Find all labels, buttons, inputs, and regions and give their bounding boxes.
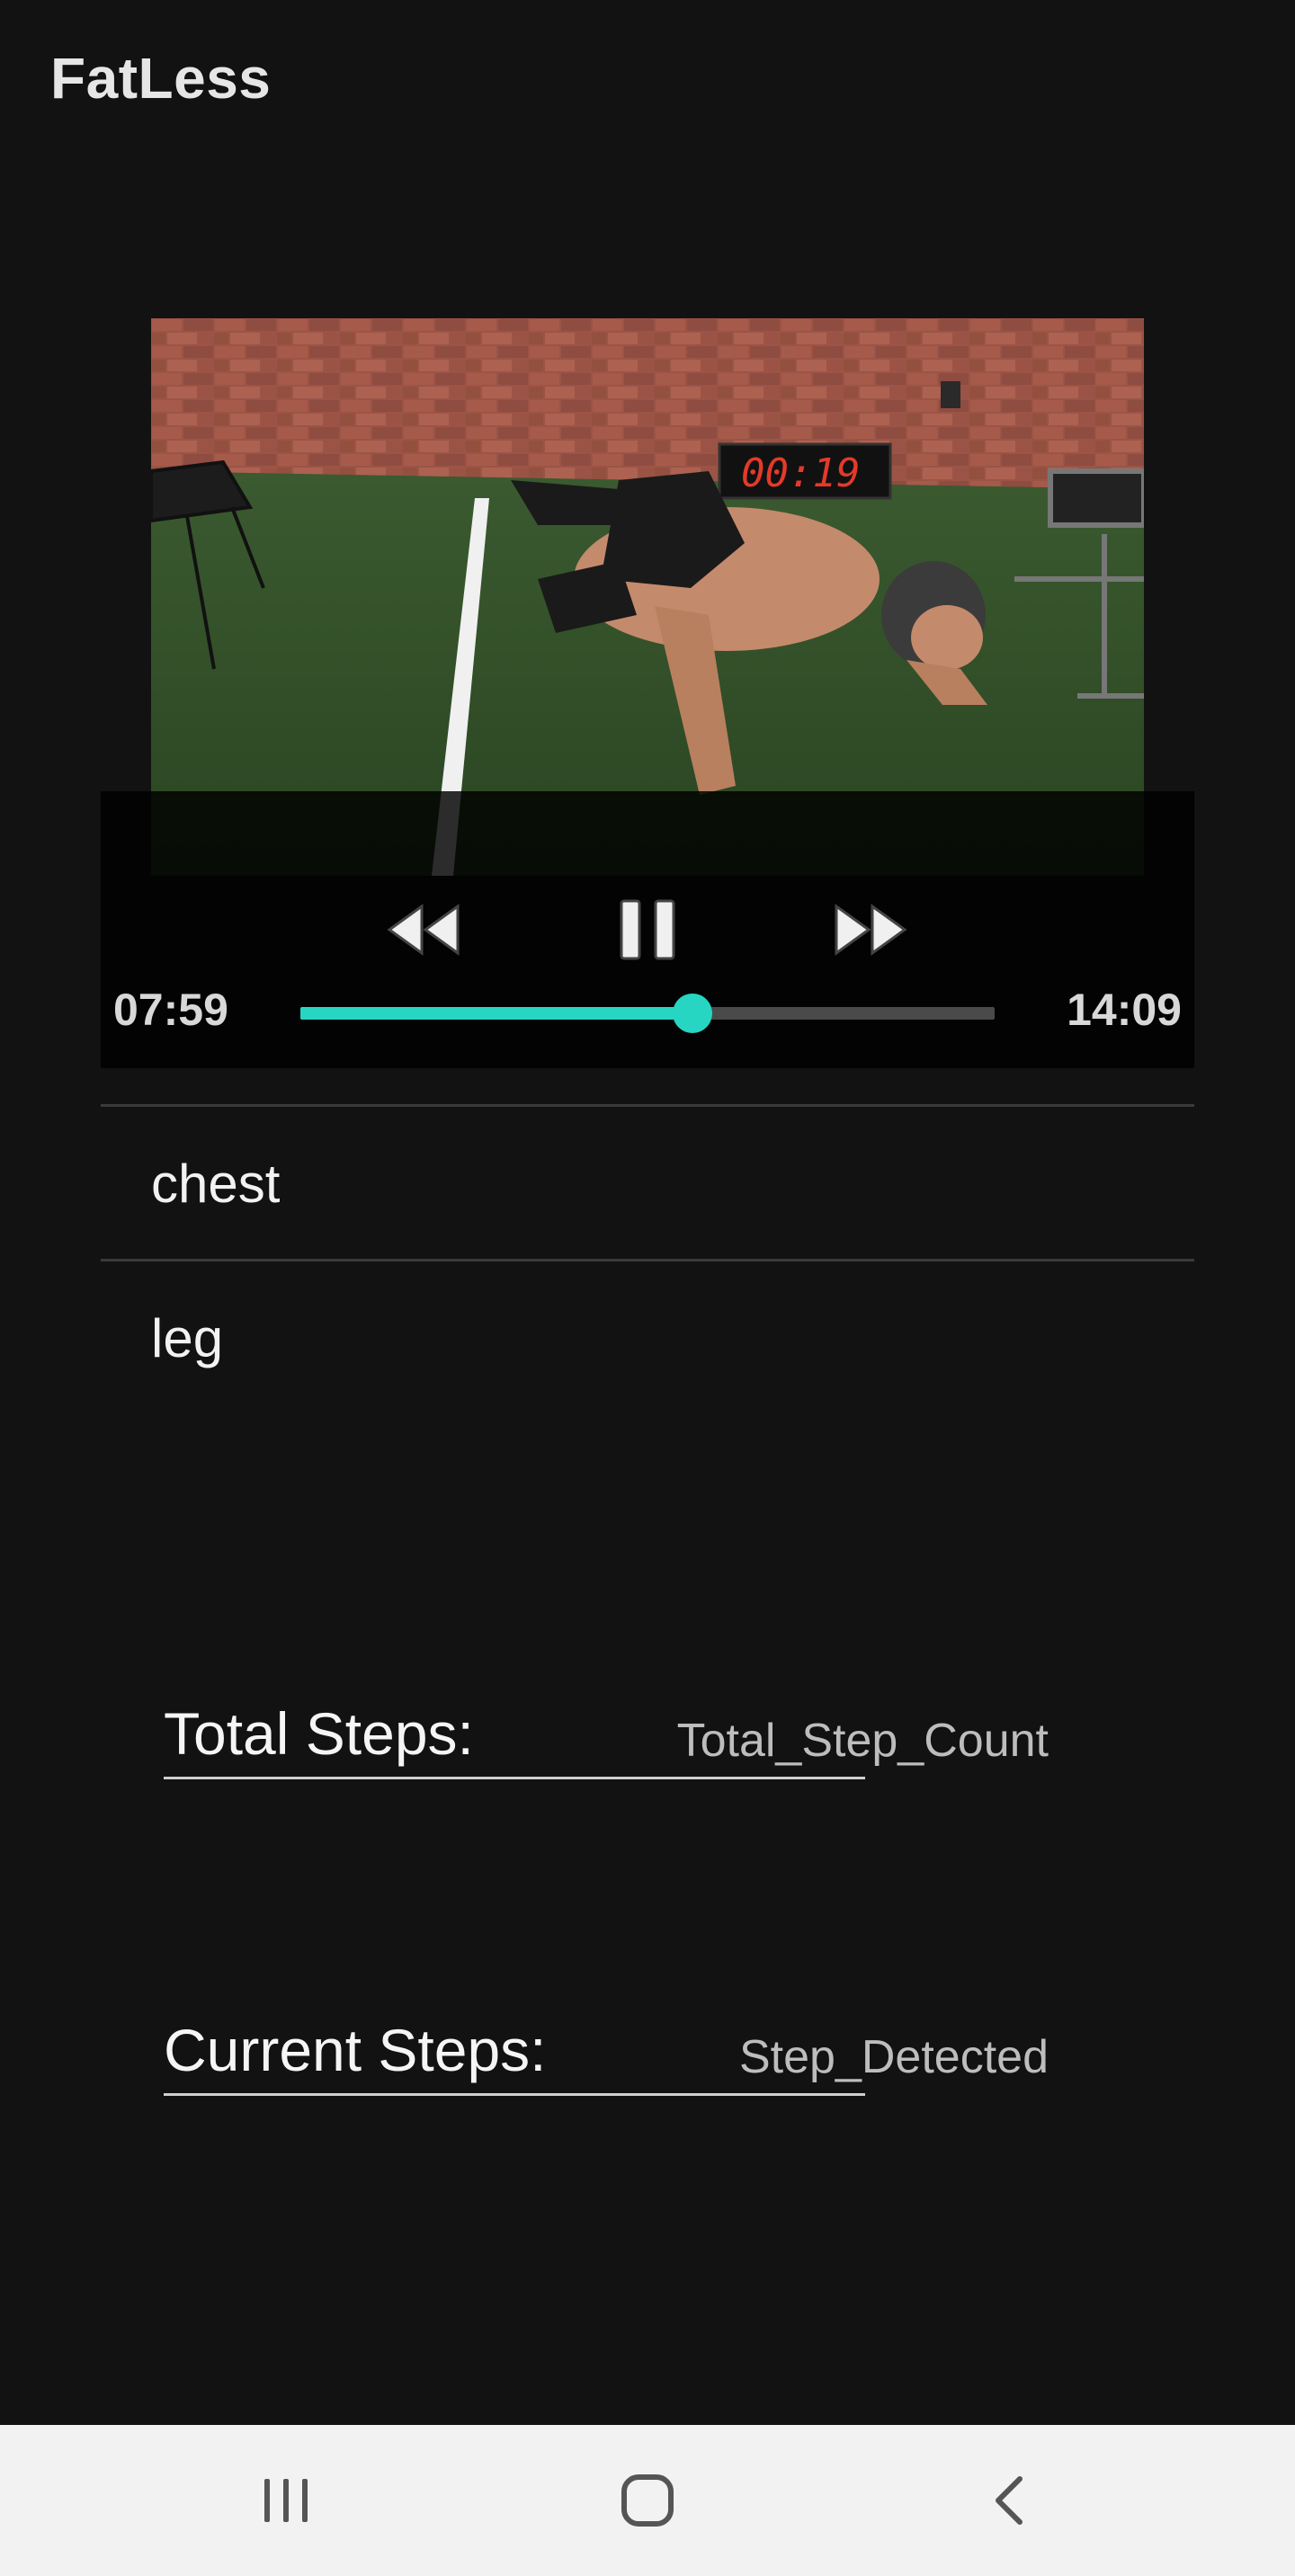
home-button[interactable] [603, 2456, 692, 2545]
rewind-icon [387, 904, 460, 956]
total-steps-label: Total Steps: [164, 1700, 474, 1767]
back-button[interactable] [964, 2456, 1054, 2545]
seek-bar[interactable] [300, 994, 995, 1033]
current-steps-underline [164, 2093, 865, 2096]
current-steps-label: Current Steps: [164, 2017, 547, 2083]
video-timer-text: 00:19 [741, 450, 860, 496]
total-steps-underline [164, 1777, 865, 1779]
fast-forward-icon [835, 904, 907, 956]
fast-forward-button[interactable] [826, 885, 915, 975]
media-controller: 07:59 14:09 [101, 791, 1194, 1068]
current-time-label: 07:59 [113, 985, 228, 1035]
recents-button[interactable] [241, 2456, 331, 2545]
home-icon [621, 2474, 674, 2527]
system-navigation-bar [0, 2425, 1295, 2576]
total-steps-value: Total_Step_Count [676, 1715, 1049, 1767]
current-steps-value: Step_Detected [738, 2031, 1049, 2083]
list-item-chest[interactable]: chest [151, 1153, 280, 1215]
seek-progress [300, 1007, 693, 1020]
recents-icon [264, 2479, 308, 2522]
pause-icon [620, 899, 675, 960]
list-divider [101, 1104, 1194, 1107]
back-icon [996, 2476, 1023, 2525]
list-item-leg[interactable]: leg [151, 1307, 223, 1369]
pause-button[interactable] [603, 885, 692, 975]
seek-thumb[interactable] [673, 994, 713, 1033]
total-time-label: 14:09 [1067, 985, 1182, 1035]
rewind-button[interactable] [379, 885, 469, 975]
list-divider [101, 1259, 1194, 1261]
app-title: FatLess [50, 46, 272, 111]
